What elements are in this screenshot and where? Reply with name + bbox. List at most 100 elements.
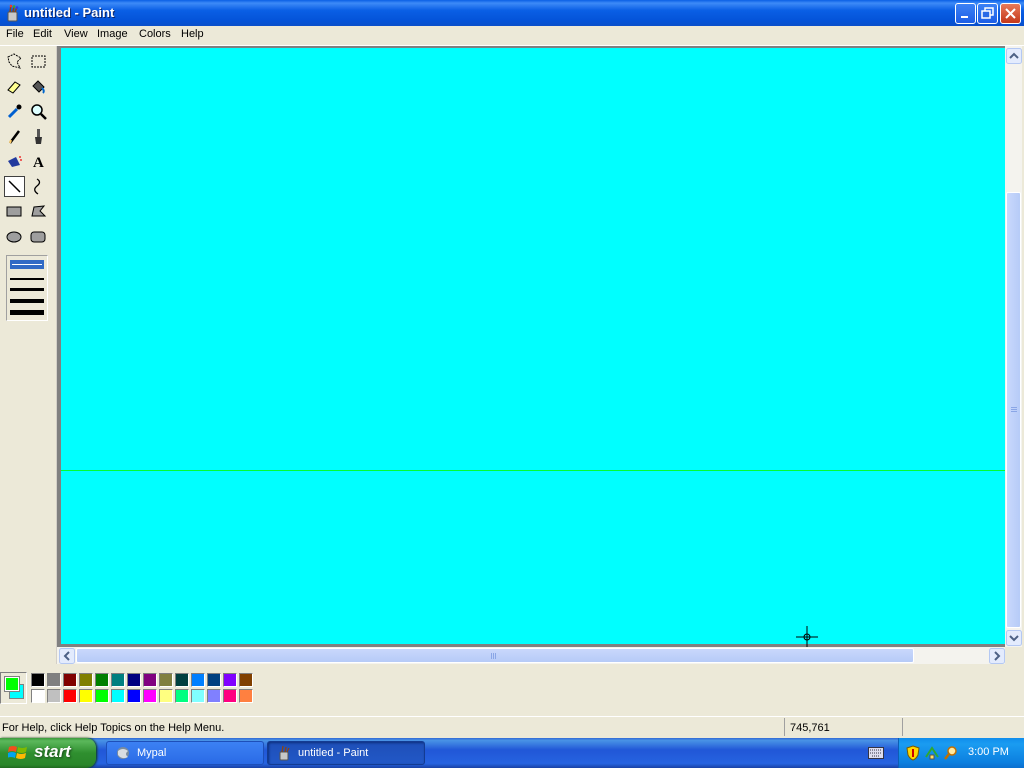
palette-color-swatch[interactable] [127, 689, 141, 703]
palette-color-swatch[interactable] [63, 673, 77, 687]
status-divider [902, 718, 903, 736]
palette-color-swatch[interactable] [95, 673, 109, 687]
palette-color-swatch[interactable] [47, 673, 61, 687]
security-shield-icon[interactable] [906, 745, 920, 761]
palette-color-swatch[interactable] [239, 673, 253, 687]
search-icon[interactable] [943, 745, 959, 761]
line-width-options [6, 255, 48, 321]
line-width-3[interactable] [10, 288, 44, 291]
taskbar-item-paint[interactable]: untitled - Paint [267, 741, 425, 765]
palette-color-swatch[interactable] [143, 673, 157, 687]
scroll-up-button[interactable] [1006, 48, 1022, 64]
rounded-rectangle-tool[interactable] [28, 226, 49, 247]
paint-brush-cup-icon [276, 745, 292, 761]
line-width-1-selected[interactable] [10, 260, 44, 269]
taskbar-item-mypal[interactable]: Mypal [106, 741, 264, 765]
palette-color-swatch[interactable] [63, 689, 77, 703]
menu-help[interactable]: Help [180, 28, 205, 40]
menu-image[interactable]: Image [96, 28, 129, 40]
palette-color-swatch[interactable] [159, 689, 173, 703]
scroll-left-button[interactable] [59, 648, 75, 664]
palette-color-swatch[interactable] [111, 689, 125, 703]
menu-colors[interactable]: Colors [138, 28, 172, 40]
title-bar[interactable] [0, 0, 1024, 27]
status-help-text: For Help, click Help Topics on the Help … [2, 722, 225, 734]
line-width-4[interactable] [10, 299, 44, 303]
foreground-color-swatch [4, 676, 20, 692]
free-form-select-tool[interactable] [4, 51, 25, 72]
tool-box: A [0, 46, 57, 664]
cursor-coordinates: 745,761 [790, 722, 830, 734]
ellipse-tool[interactable] [4, 226, 25, 247]
brush-tool[interactable] [28, 126, 49, 147]
free-form-select-icon [7, 53, 22, 69]
fill-with-color-icon [32, 80, 45, 94]
rounded-rectangle-icon [30, 231, 46, 243]
palette-color-swatch[interactable] [239, 689, 253, 703]
palette-color-swatch[interactable] [111, 673, 125, 687]
scroll-right-button[interactable] [989, 648, 1005, 664]
palette-color-swatch[interactable] [143, 689, 157, 703]
palette-color-swatch[interactable] [223, 689, 237, 703]
magnifier-tool[interactable] [28, 101, 49, 122]
pick-color-icon [7, 104, 22, 119]
pick-color-tool[interactable] [4, 101, 25, 122]
taskbar-item-label: untitled - Paint [298, 747, 369, 759]
menu-file[interactable]: File [5, 28, 25, 40]
palette-color-swatch[interactable] [175, 689, 189, 703]
palette-color-swatch[interactable] [31, 673, 45, 687]
airbrush-tool[interactable] [4, 151, 25, 172]
pencil-tool[interactable] [4, 126, 25, 147]
eraser-tool[interactable] [4, 76, 25, 97]
scroll-down-button[interactable] [1006, 630, 1022, 646]
svg-text:A: A [33, 155, 44, 171]
restore-button[interactable] [977, 3, 998, 24]
palette-color-swatch[interactable] [159, 673, 173, 687]
line-tool[interactable] [4, 176, 25, 197]
palette-color-swatch[interactable] [175, 673, 189, 687]
palette-color-swatch[interactable] [127, 673, 141, 687]
horizontal-scroll-thumb[interactable] [76, 648, 914, 663]
clock[interactable]: 3:00 PM [968, 746, 1009, 758]
ellipse-icon [6, 231, 22, 243]
color-box [0, 664, 1024, 712]
status-divider [784, 718, 785, 736]
rectangle-tool[interactable] [4, 201, 25, 222]
fill-tool[interactable] [28, 76, 49, 97]
palette-color-swatch[interactable] [79, 673, 93, 687]
polygon-tool[interactable] [28, 201, 49, 222]
minimize-icon [961, 16, 968, 18]
text-tool[interactable]: A [28, 151, 49, 172]
palette-color-swatch[interactable] [47, 689, 61, 703]
magnifier-icon [31, 104, 47, 120]
drawing-canvas[interactable] [61, 48, 1005, 644]
start-label: start [34, 742, 71, 761]
menu-edit[interactable]: Edit [32, 28, 53, 40]
crosshair-cursor-icon [796, 626, 818, 648]
restore-icon [981, 7, 994, 19]
keyboard-icon[interactable] [868, 747, 884, 759]
select-icon [31, 55, 46, 68]
palette-color-swatch[interactable] [223, 673, 237, 687]
chevron-up-icon [1006, 48, 1022, 64]
network-icon[interactable] [924, 745, 940, 761]
close-button[interactable] [1000, 3, 1021, 24]
vertical-scroll-thumb[interactable] [1006, 192, 1021, 628]
palette-color-swatch[interactable] [207, 673, 221, 687]
palette-color-swatch[interactable] [207, 689, 221, 703]
palette-color-swatch[interactable] [31, 689, 45, 703]
chevron-left-icon [59, 648, 75, 664]
line-width-5[interactable] [10, 310, 44, 315]
minimize-button[interactable] [955, 3, 976, 24]
line-width-2[interactable] [10, 278, 44, 280]
paint-brush-cup-icon[interactable] [4, 4, 22, 22]
palette-color-swatch[interactable] [191, 689, 205, 703]
palette-color-swatch[interactable] [95, 689, 109, 703]
palette-color-swatch[interactable] [79, 689, 93, 703]
curve-tool[interactable] [28, 176, 49, 197]
palette-color-swatch[interactable] [191, 673, 205, 687]
select-tool[interactable] [28, 51, 49, 72]
mypal-browser-icon [115, 745, 131, 761]
text-icon: A [33, 155, 44, 171]
menu-view[interactable]: View [63, 28, 89, 40]
